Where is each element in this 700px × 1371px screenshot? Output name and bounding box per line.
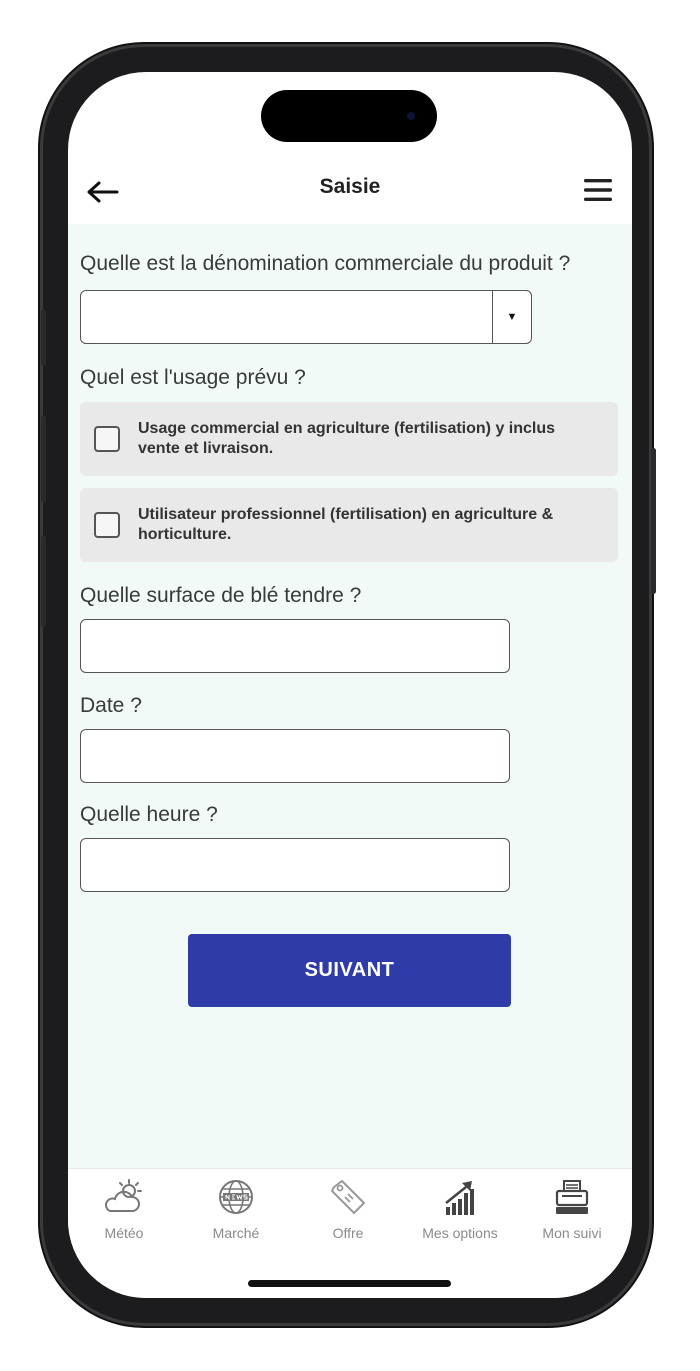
caret-down-icon: ▼ [506, 311, 518, 323]
usage-option-label: Usage commercial en agriculture (fertili… [138, 420, 556, 457]
next-button[interactable]: SUIVANT [188, 934, 511, 1007]
printer-icon [555, 1180, 589, 1214]
phone-power-button [651, 448, 656, 594]
camera-dot [407, 112, 415, 120]
app-header: Saisie [68, 158, 632, 224]
globe-news-icon [219, 1180, 253, 1214]
product-label: Quelle est la dénomination commerciale d… [80, 252, 571, 275]
time-label: Quelle heure ? [80, 803, 218, 826]
phone-volume-up [41, 415, 46, 503]
usage-option-commercial[interactable]: Usage commercial en agriculture (fertili… [80, 402, 618, 476]
surface-label: Quelle surface de blé tendre ? [80, 584, 362, 607]
page-title: Saisie [319, 175, 381, 198]
tab-label: Météo [104, 1225, 144, 1241]
hamburger-icon [584, 179, 612, 201]
back-button[interactable] [82, 172, 122, 212]
menu-button[interactable] [578, 170, 618, 210]
tab-offre[interactable]: Offre [292, 1177, 404, 1257]
date-input[interactable] [80, 729, 510, 783]
surface-input[interactable] [80, 619, 510, 673]
usage-option-professional[interactable]: Utilisateur professionnel (fertilisation… [80, 488, 618, 562]
tab-label: Offre [332, 1225, 364, 1241]
product-select[interactable]: ▼ [80, 290, 532, 344]
phone-side-button [41, 310, 46, 366]
checkbox-commercial[interactable] [94, 426, 120, 452]
form-content: Quelle est la dénomination commerciale d… [68, 224, 632, 1168]
tab-label: Mon suivi [542, 1225, 602, 1241]
dropdown-arrow-button[interactable]: ▼ [492, 291, 531, 343]
usage-label: Quel est l'usage prévu ? [80, 366, 306, 389]
tab-mon-suivi[interactable]: Mon suivi [516, 1177, 628, 1257]
date-label: Date ? [80, 694, 142, 717]
arrow-left-icon [87, 181, 119, 203]
tab-meteo[interactable]: Météo [68, 1177, 180, 1257]
tab-label: Mes options [422, 1225, 498, 1241]
bottom-tab-bar: Météo Marché Offre Mes options Mon suivi [68, 1168, 632, 1298]
dynamic-island [261, 90, 437, 142]
weather-icon [105, 1179, 142, 1212]
usage-option-label: Utilisateur professionnel (fertilisation… [138, 506, 554, 543]
tab-label: Marché [212, 1225, 260, 1241]
phone-volume-down [41, 535, 46, 627]
tab-mes-options[interactable]: Mes options [404, 1177, 516, 1257]
tab-marche[interactable]: Marché [180, 1177, 292, 1257]
app-screen: Saisie Quelle est la dénomination commer… [68, 72, 632, 1298]
time-input[interactable] [80, 838, 510, 892]
growth-chart-icon [445, 1181, 474, 1215]
checkbox-professional[interactable] [94, 512, 120, 538]
price-tag-icon [331, 1180, 365, 1214]
home-indicator [248, 1280, 451, 1287]
